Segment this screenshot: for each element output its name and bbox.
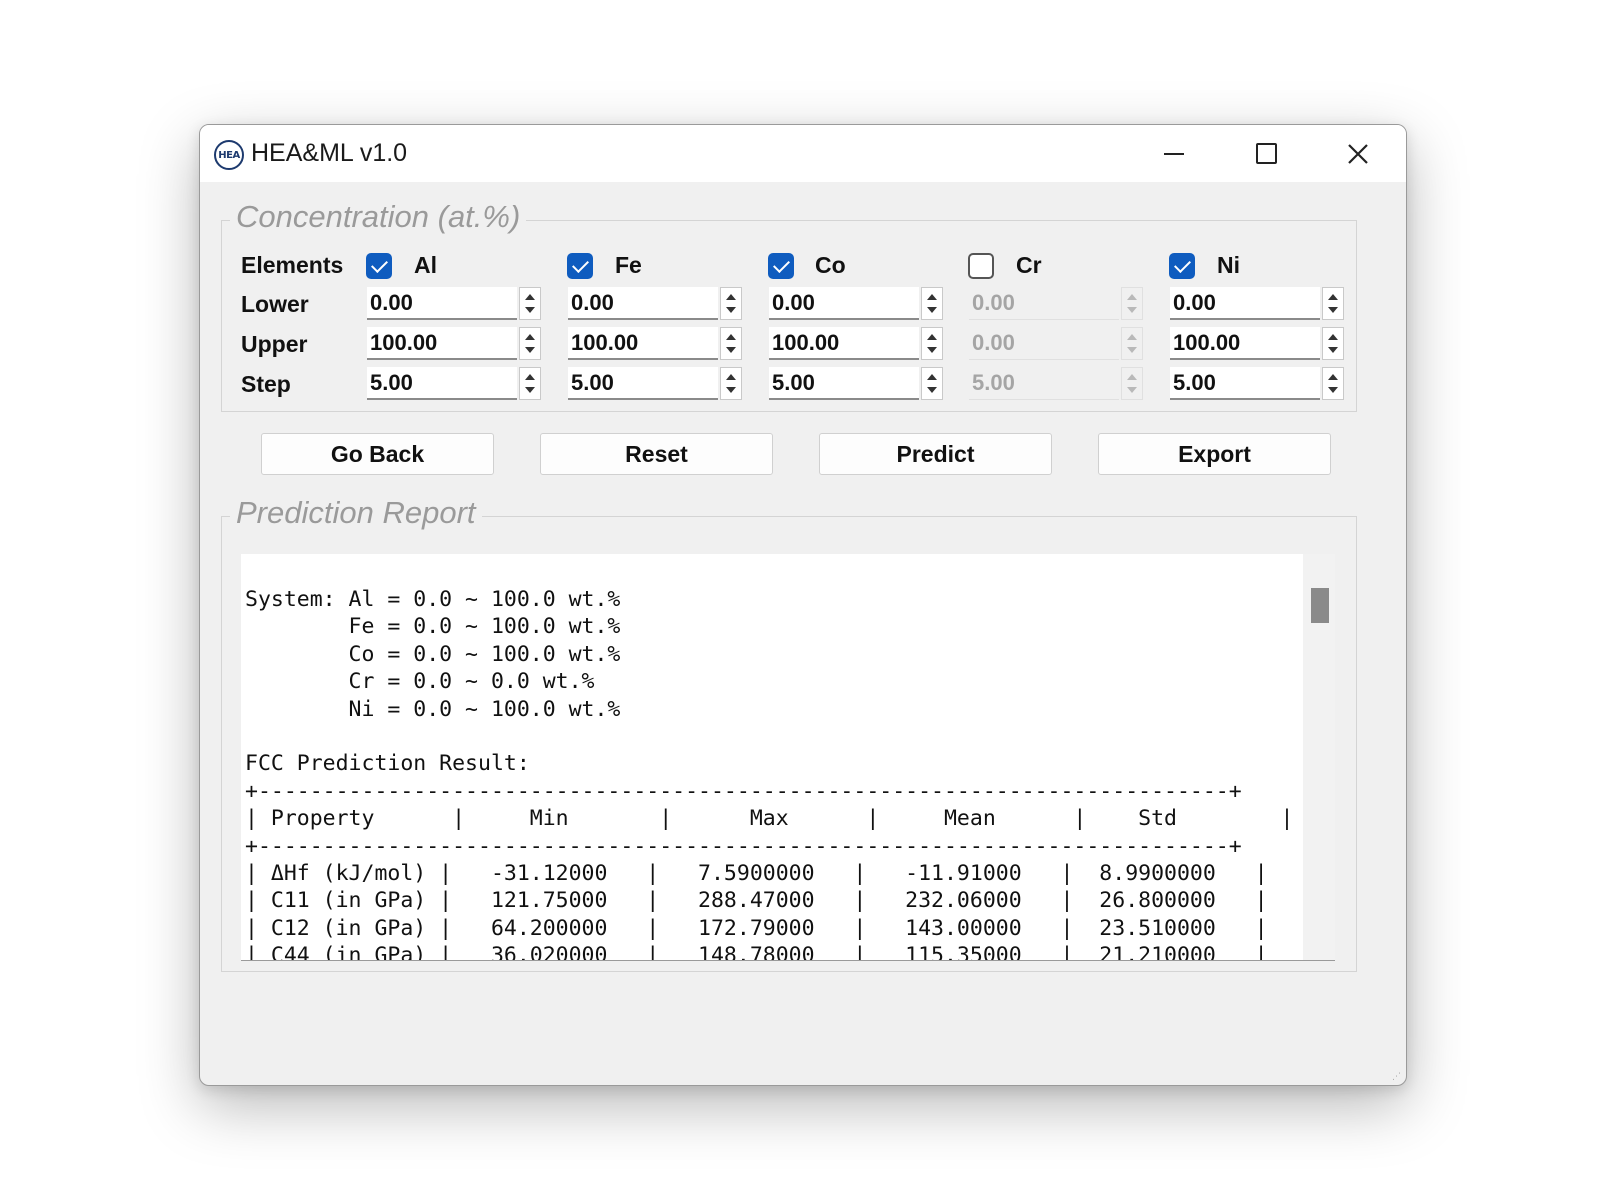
upper-spinbox-cr: 0.00 bbox=[969, 327, 1145, 360]
upper-spinbox-al[interactable]: 100.00 bbox=[367, 327, 543, 360]
maximize-button[interactable] bbox=[1220, 125, 1312, 182]
upper-spinbox-ni[interactable]: 100.00 bbox=[1170, 327, 1346, 360]
concentration-title: Concentration (at.%) bbox=[230, 199, 527, 235]
main-window: HEA HEA&ML v1.0 Concentration (at.%) Ele… bbox=[199, 124, 1407, 1086]
checkbox-co[interactable] bbox=[768, 253, 794, 279]
step-spinbox-fe[interactable]: 5.00 bbox=[568, 367, 744, 400]
step-value-cr: 5.00 bbox=[969, 367, 1119, 400]
close-icon bbox=[1348, 143, 1368, 164]
upper-row-label: Upper bbox=[241, 331, 308, 357]
checkbox-cr[interactable] bbox=[968, 253, 994, 279]
checkbox-ni[interactable] bbox=[1169, 253, 1195, 279]
upper-value-fe[interactable]: 100.00 bbox=[568, 327, 718, 360]
step-row-label: Step bbox=[241, 371, 291, 397]
element-label-co: Co bbox=[815, 252, 846, 278]
spin-arrows-icon[interactable] bbox=[921, 367, 943, 400]
lower-spinbox-co[interactable]: 0.00 bbox=[769, 287, 945, 320]
lower-value-cr: 0.00 bbox=[969, 287, 1119, 320]
step-value-ni[interactable]: 5.00 bbox=[1170, 367, 1320, 400]
elements-row-label: Elements bbox=[241, 252, 344, 278]
checkbox-fe[interactable] bbox=[567, 253, 593, 279]
step-value-al[interactable]: 5.00 bbox=[367, 367, 517, 400]
spin-arrows-icon[interactable] bbox=[720, 367, 742, 400]
lower-spinbox-al[interactable]: 0.00 bbox=[367, 287, 543, 320]
reset-button[interactable]: Reset bbox=[540, 433, 773, 475]
element-label-al: Al bbox=[414, 252, 437, 278]
lower-value-fe[interactable]: 0.00 bbox=[568, 287, 718, 320]
checkbox-al[interactable] bbox=[366, 253, 392, 279]
close-button[interactable] bbox=[1312, 125, 1404, 182]
spin-arrows-icon[interactable] bbox=[1322, 287, 1344, 320]
spin-arrows-icon[interactable] bbox=[519, 327, 541, 360]
step-value-fe[interactable]: 5.00 bbox=[568, 367, 718, 400]
spin-arrows-icon[interactable] bbox=[1322, 367, 1344, 400]
report-text: System: Al = 0.0 ~ 100.0 wt.% Fe = 0.0 ~… bbox=[245, 587, 1294, 961]
spin-arrows-icon bbox=[1121, 327, 1143, 360]
element-label-cr: Cr bbox=[1016, 252, 1042, 278]
element-label-ni: Ni bbox=[1217, 252, 1240, 278]
spin-arrows-icon[interactable] bbox=[720, 327, 742, 360]
prediction-report-title: Prediction Report bbox=[230, 495, 482, 531]
export-button[interactable]: Export bbox=[1098, 433, 1331, 475]
lower-value-al[interactable]: 0.00 bbox=[367, 287, 517, 320]
minimize-button[interactable] bbox=[1128, 125, 1220, 182]
resize-grip-icon[interactable]: ⋰ bbox=[1392, 1071, 1402, 1081]
spin-arrows-icon[interactable] bbox=[921, 327, 943, 360]
lower-row-label: Lower bbox=[241, 291, 309, 317]
upper-spinbox-co[interactable]: 100.00 bbox=[769, 327, 945, 360]
upper-value-ni[interactable]: 100.00 bbox=[1170, 327, 1320, 360]
spin-arrows-icon[interactable] bbox=[1322, 327, 1344, 360]
element-label-fe: Fe bbox=[615, 252, 642, 278]
maximize-icon bbox=[1255, 143, 1277, 164]
go-back-button[interactable]: Go Back bbox=[261, 433, 494, 475]
spin-arrows-icon bbox=[1121, 367, 1143, 400]
lower-spinbox-cr: 0.00 bbox=[969, 287, 1145, 320]
step-spinbox-co[interactable]: 5.00 bbox=[769, 367, 945, 400]
spin-arrows-icon[interactable] bbox=[519, 287, 541, 320]
upper-value-co[interactable]: 100.00 bbox=[769, 327, 919, 360]
app-logo-icon: HEA bbox=[214, 140, 244, 170]
scrollbar-thumb[interactable] bbox=[1311, 588, 1329, 623]
spin-arrows-icon bbox=[1121, 287, 1143, 320]
spin-arrows-icon[interactable] bbox=[720, 287, 742, 320]
spin-arrows-icon[interactable] bbox=[921, 287, 943, 320]
title-bar[interactable]: HEA HEA&ML v1.0 bbox=[200, 125, 1406, 182]
concentration-group: Concentration (at.%) Elements Lower Uppe… bbox=[221, 199, 1357, 412]
step-spinbox-ni[interactable]: 5.00 bbox=[1170, 367, 1346, 400]
lower-spinbox-fe[interactable]: 0.00 bbox=[568, 287, 744, 320]
upper-value-al[interactable]: 100.00 bbox=[367, 327, 517, 360]
step-value-co[interactable]: 5.00 bbox=[769, 367, 919, 400]
lower-spinbox-ni[interactable]: 0.00 bbox=[1170, 287, 1346, 320]
lower-value-co[interactable]: 0.00 bbox=[769, 287, 919, 320]
spin-arrows-icon[interactable] bbox=[519, 367, 541, 400]
window-title: HEA&ML v1.0 bbox=[251, 139, 408, 167]
lower-value-ni[interactable]: 0.00 bbox=[1170, 287, 1320, 320]
step-spinbox-cr: 5.00 bbox=[969, 367, 1145, 400]
report-scrollbar[interactable] bbox=[1303, 554, 1335, 960]
predict-button[interactable]: Predict bbox=[819, 433, 1052, 475]
step-spinbox-al[interactable]: 5.00 bbox=[367, 367, 543, 400]
upper-spinbox-fe[interactable]: 100.00 bbox=[568, 327, 744, 360]
minimize-icon bbox=[1164, 152, 1184, 155]
upper-value-cr: 0.00 bbox=[969, 327, 1119, 360]
report-text-area[interactable]: System: Al = 0.0 ~ 100.0 wt.% Fe = 0.0 ~… bbox=[241, 554, 1335, 961]
